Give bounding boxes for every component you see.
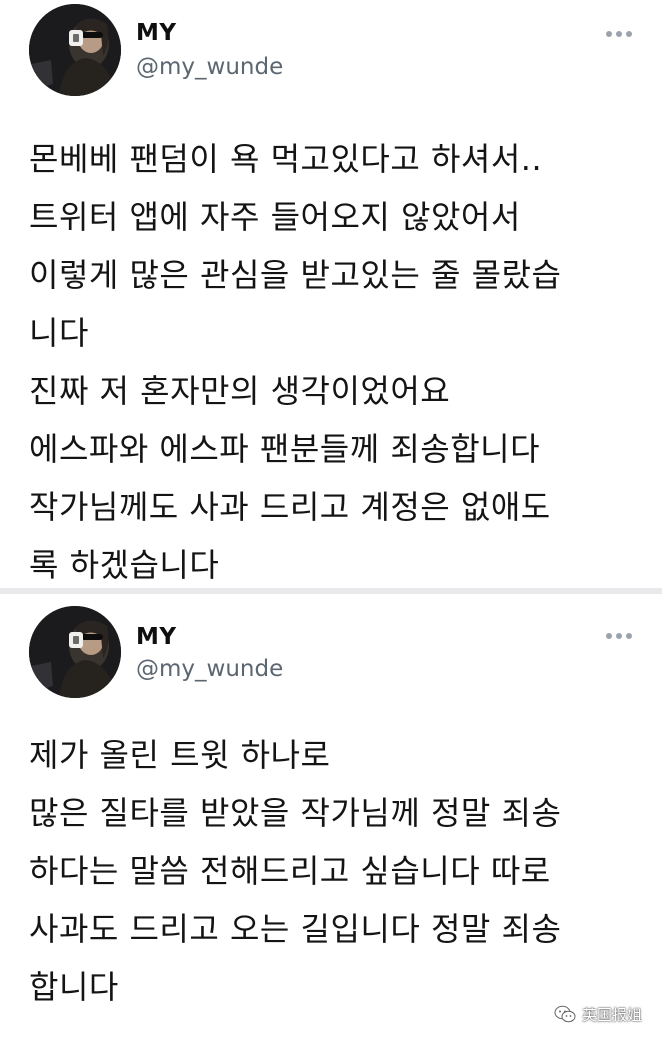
tweet-text-line: 하다는 말씀 전해드리고 싶습니다 따로 <box>29 852 551 890</box>
display-name[interactable]: MY <box>136 20 177 46</box>
tweet-card[interactable]: MY @my_wunde 제가 올린 트윗 하나로 많은 질타를 받았을 작가님… <box>0 594 662 1047</box>
tweet-text-line: 에스파와 에스파 팬분들께 죄송합니다 <box>29 430 541 468</box>
username-handle[interactable]: @my_wunde <box>136 54 283 80</box>
tweet-text-line: 록 하겠습니다 <box>29 546 220 584</box>
more-horizontal-icon[interactable] <box>606 632 632 640</box>
tweet-text-line: 사과도 드리고 오는 길입니다 정말 죄송 <box>29 910 562 948</box>
tweet-text-line: 제가 올린 트윗 하나로 <box>29 736 331 774</box>
watermark: 英国报姐 <box>554 1003 642 1025</box>
watermark-text: 英国报姐 <box>581 1005 642 1024</box>
avatar[interactable] <box>29 606 121 698</box>
avatar-photo <box>29 4 121 96</box>
more-horizontal-icon[interactable] <box>606 30 632 38</box>
wechat-icon <box>554 1005 576 1023</box>
tweet-text: 몬베베 팬덤이 욕 먹고있다고 하셔서.. 트위터 앱에 자주 들어오지 않았어… <box>29 130 639 594</box>
avatar-photo <box>29 606 121 698</box>
avatar[interactable] <box>29 4 121 96</box>
tweet-card[interactable]: MY @my_wunde 몬베베 팬덤이 욕 먹고있다고 하셔서.. 트위터 앱… <box>0 0 662 588</box>
tweet-text-line: 니다 <box>29 314 89 352</box>
tweet-text-line: 몬베베 팬덤이 욕 먹고있다고 하셔서.. <box>29 140 543 178</box>
username-handle[interactable]: @my_wunde <box>136 656 283 682</box>
tweet-text-line: 합니다 <box>29 968 119 1006</box>
display-name[interactable]: MY <box>136 624 177 650</box>
tweet-text-line: 많은 질타를 받았을 작가님께 정말 죄송 <box>29 794 562 832</box>
tweet-text-line: 진짜 저 혼자만의 생각이었어요 <box>29 372 451 410</box>
tweet-text-line: 작가님께도 사과 드리고 계정은 없애도 <box>29 488 551 526</box>
tweet-text-line: 트위터 앱에 자주 들어오지 않았어서 <box>29 198 521 236</box>
tweet-text: 제가 올린 트윗 하나로 많은 질타를 받았을 작가님께 정말 죄송 하다는 말… <box>29 726 639 1016</box>
tweet-text-line: 이렇게 많은 관심을 받고있는 줄 몰랐습 <box>29 256 562 294</box>
